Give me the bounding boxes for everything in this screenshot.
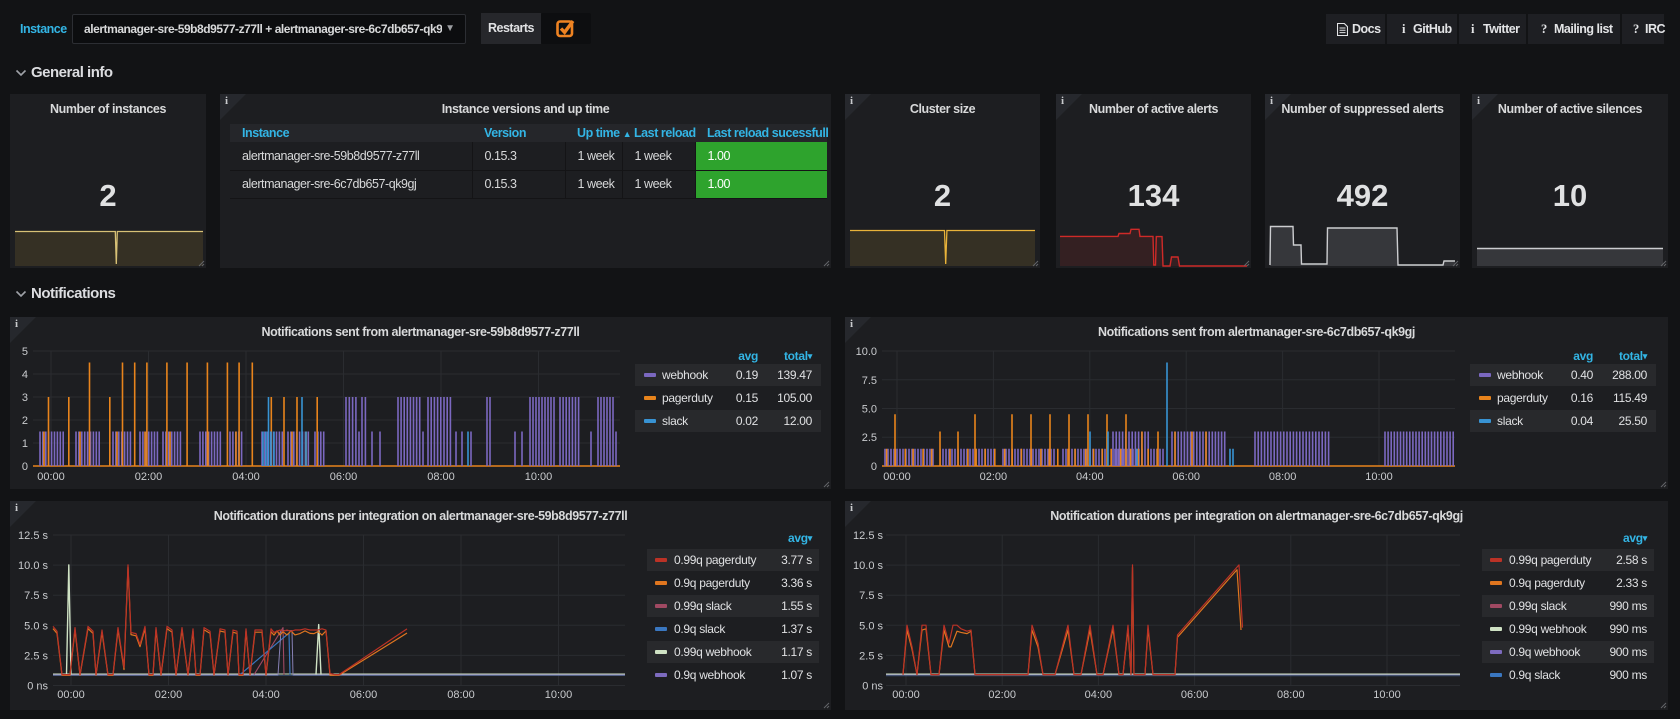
svg-text:7.5 s: 7.5 s — [859, 590, 883, 602]
svg-text:06:00: 06:00 — [1172, 471, 1200, 483]
svg-text:02:00: 02:00 — [980, 471, 1008, 483]
svg-text:5.0: 5.0 — [862, 404, 877, 416]
svg-text:04:00: 04:00 — [232, 471, 260, 483]
svg-text:0 ns: 0 ns — [27, 681, 48, 693]
svg-text:06:00: 06:00 — [350, 689, 378, 701]
svg-text:4: 4 — [22, 369, 28, 381]
svg-text:2.5 s: 2.5 s — [24, 650, 48, 662]
svg-text:2.5 s: 2.5 s — [859, 650, 883, 662]
svg-text:02:00: 02:00 — [155, 689, 183, 701]
svg-text:00:00: 00:00 — [892, 689, 920, 701]
svg-text:1: 1 — [22, 438, 28, 450]
svg-text:10.0: 10.0 — [856, 346, 877, 358]
svg-text:04:00: 04:00 — [1076, 471, 1104, 483]
svg-text:00:00: 00:00 — [37, 471, 65, 483]
svg-text:04:00: 04:00 — [1085, 689, 1113, 701]
svg-text:5.0 s: 5.0 s — [24, 620, 48, 632]
svg-text:08:00: 08:00 — [447, 689, 475, 701]
svg-text:7.5: 7.5 — [862, 375, 877, 387]
svg-text:5: 5 — [22, 346, 28, 358]
svg-text:12.5 s: 12.5 s — [853, 530, 883, 542]
svg-text:08:00: 08:00 — [427, 471, 455, 483]
svg-text:04:00: 04:00 — [252, 689, 280, 701]
svg-text:08:00: 08:00 — [1269, 471, 1297, 483]
svg-text:7.5 s: 7.5 s — [24, 590, 48, 602]
svg-text:0: 0 — [22, 461, 28, 473]
svg-text:08:00: 08:00 — [1277, 689, 1305, 701]
svg-text:10:00: 10:00 — [545, 689, 573, 701]
svg-text:2.5: 2.5 — [862, 432, 877, 444]
svg-text:2: 2 — [22, 415, 28, 427]
svg-text:06:00: 06:00 — [330, 471, 358, 483]
svg-text:0 ns: 0 ns — [862, 681, 883, 693]
svg-text:3: 3 — [22, 392, 28, 404]
svg-text:10:00: 10:00 — [1373, 689, 1401, 701]
svg-text:0: 0 — [871, 461, 877, 473]
svg-text:10.0 s: 10.0 s — [853, 560, 883, 572]
svg-text:12.5 s: 12.5 s — [18, 530, 48, 542]
svg-text:02:00: 02:00 — [988, 689, 1016, 701]
svg-text:02:00: 02:00 — [135, 471, 163, 483]
svg-text:10:00: 10:00 — [525, 471, 553, 483]
svg-text:06:00: 06:00 — [1181, 689, 1209, 701]
svg-text:10.0 s: 10.0 s — [18, 560, 48, 572]
svg-text:5.0 s: 5.0 s — [859, 620, 883, 632]
svg-text:00:00: 00:00 — [883, 471, 911, 483]
svg-text:10:00: 10:00 — [1365, 471, 1393, 483]
svg-text:00:00: 00:00 — [57, 689, 85, 701]
